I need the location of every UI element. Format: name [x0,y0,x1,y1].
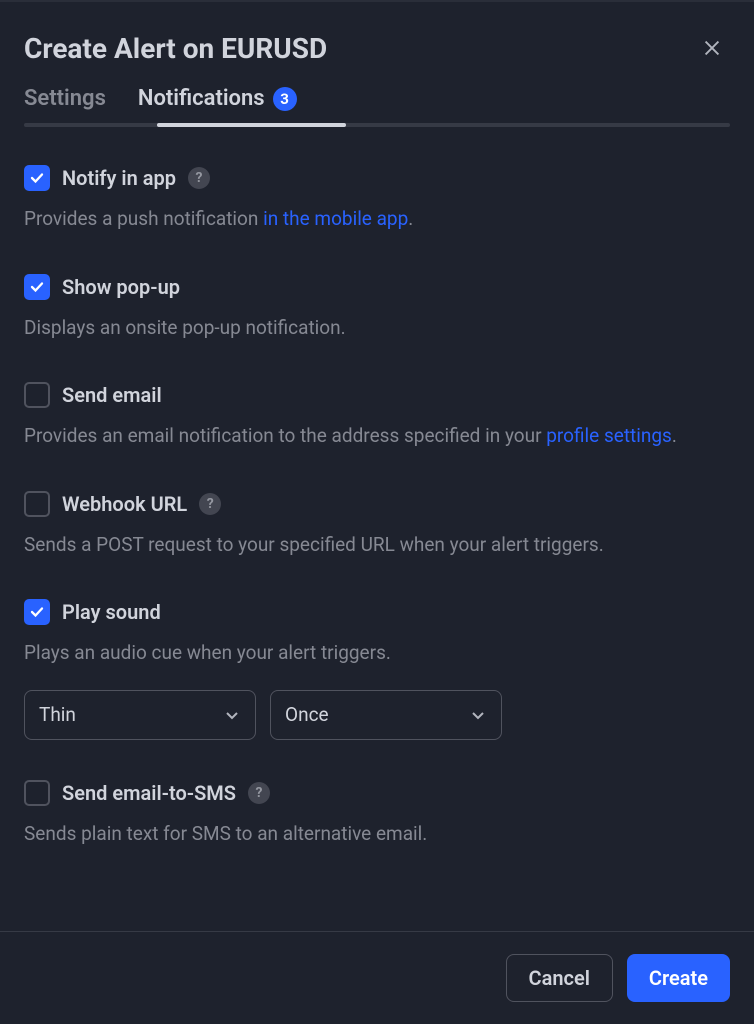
tab-label: Notifications [138,86,265,111]
checkbox-show-popup[interactable] [24,274,50,300]
option-description: Displays an onsite pop-up notification. [24,314,730,343]
cancel-button[interactable]: Cancel [506,954,613,1002]
dialog-footer: Cancel Create [0,931,754,1024]
option-show-popup: Show pop-up Displays an onsite pop-up no… [24,274,730,343]
tab-label: Settings [24,86,106,111]
dialog-header: Create Alert on EURUSD [24,2,730,86]
help-icon[interactable]: ? [248,782,270,804]
notifications-count-badge: 3 [273,87,297,111]
option-email-to-sms: Send email-to-SMS ? Sends plain text for… [24,780,730,849]
option-label: Show pop-up [62,275,180,299]
option-description: Provides a push notification in the mobi… [24,205,730,234]
close-icon [701,37,723,59]
create-alert-dialog: Create Alert on EURUSD Settings Notifica… [0,2,754,1024]
dialog-title: Create Alert on EURUSD [24,32,327,65]
option-description: Sends plain text for SMS to an alternati… [24,820,730,849]
option-notify-in-app: Notify in app ? Provides a push notifica… [24,165,730,234]
profile-settings-link[interactable]: profile settings [546,424,672,447]
tabs: Settings Notifications 3 [24,86,730,123]
option-label: Play sound [62,600,161,624]
sound-selects: Thin Once [24,690,730,740]
help-icon[interactable]: ? [188,167,210,189]
option-description: Plays an audio cue when your alert trigg… [24,639,730,668]
select-value: Once [285,703,329,726]
option-label: Webhook URL [62,492,187,516]
option-description: Sends a POST request to your specified U… [24,531,730,560]
chevron-down-icon [469,706,487,724]
option-label: Notify in app [62,166,176,190]
checkbox-play-sound[interactable] [24,599,50,625]
help-icon[interactable]: ? [199,493,221,515]
mobile-app-link[interactable]: in the mobile app [263,207,408,230]
sound-repeat-select[interactable]: Once [270,690,502,740]
option-play-sound: Play sound Plays an audio cue when your … [24,599,730,740]
checkbox-webhook-url[interactable] [24,491,50,517]
check-icon [29,170,45,186]
check-icon [29,279,45,295]
option-description: Provides an email notification to the ad… [24,422,730,451]
checkbox-send-email[interactable] [24,382,50,408]
tab-settings[interactable]: Settings [24,86,106,123]
option-label: Send email [62,383,162,407]
create-button[interactable]: Create [627,954,730,1002]
tab-indicator [157,123,346,127]
close-button[interactable] [694,30,730,66]
option-label: Send email-to-SMS [62,781,236,805]
select-value: Thin [39,703,76,726]
sound-name-select[interactable]: Thin [24,690,256,740]
check-icon [29,604,45,620]
checkbox-notify-in-app[interactable] [24,165,50,191]
tab-underline [24,123,730,127]
option-send-email: Send email Provides an email notificatio… [24,382,730,451]
chevron-down-icon [223,706,241,724]
notifications-content: Notify in app ? Provides a push notifica… [24,135,730,931]
tab-notifications[interactable]: Notifications 3 [138,86,297,123]
checkbox-email-to-sms[interactable] [24,780,50,806]
option-webhook-url: Webhook URL ? Sends a POST request to yo… [24,491,730,560]
